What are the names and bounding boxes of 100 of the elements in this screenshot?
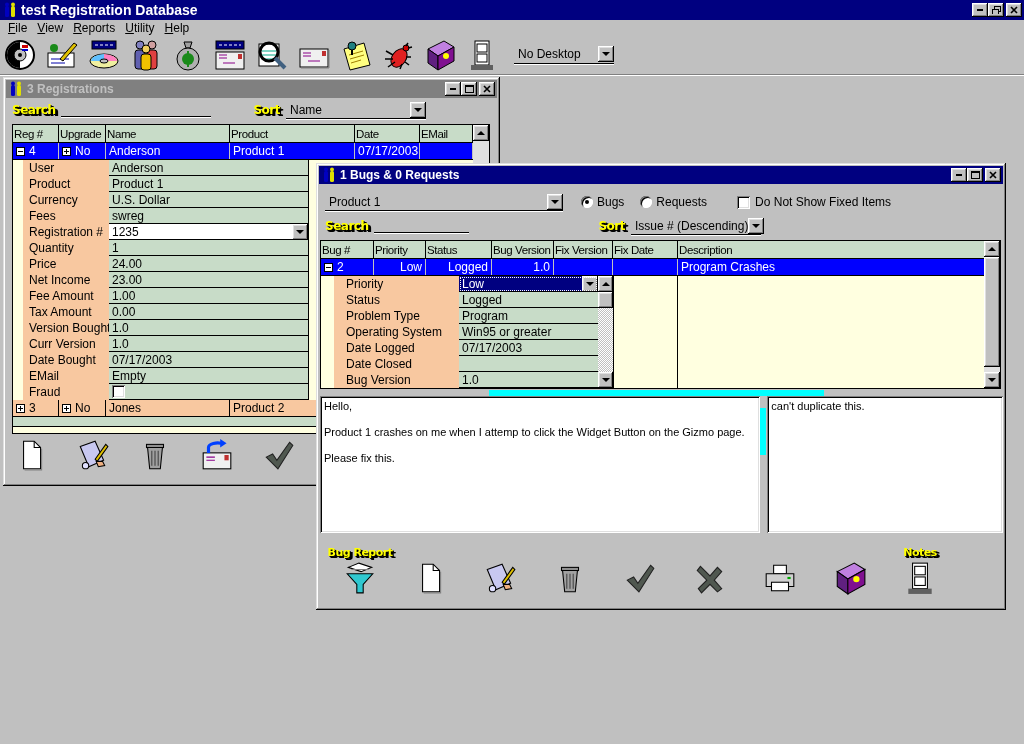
splitter-handle[interactable]: [489, 390, 824, 396]
close-button[interactable]: [1006, 3, 1022, 17]
product-dropdown[interactable]: Product 1: [325, 193, 563, 211]
field-value[interactable]: 1: [109, 240, 309, 256]
field-value[interactable]: 1.0: [459, 372, 598, 388]
field-value[interactable]: U.S. Dollar: [109, 192, 309, 208]
scroll-up-button[interactable]: [598, 276, 613, 292]
table-cell: No: [75, 144, 91, 158]
field-label: Price: [23, 256, 109, 272]
window-title: test Registration Database: [21, 2, 199, 18]
report-text-area[interactable]: Hello, Product 1 crashes on me when I attemp to click the Widget Button on the Gizmo page. Please fix this.: [320, 396, 761, 533]
expand-toggle[interactable]: [16, 403, 25, 413]
value-dropdown[interactable]: 1235: [109, 224, 309, 240]
section-label: Notes: [903, 546, 937, 559]
field-label: Net Income: [23, 272, 109, 288]
cd-disc-icon[interactable]: [4, 38, 36, 71]
table-cell: Jones: [106, 400, 230, 416]
field-value[interactable]: 07/17/2003: [109, 352, 309, 368]
scroll-down-button[interactable]: [598, 372, 613, 388]
field-label: Operating System: [334, 324, 459, 340]
field-value[interactable]: 23.00: [109, 272, 309, 288]
column-header[interactable]: Date: [355, 125, 420, 142]
field-value[interactable]: 1.00: [109, 288, 309, 304]
radio-option[interactable]: Requests: [640, 195, 708, 209]
field-label: EMail: [23, 368, 109, 384]
notes-text-area[interactable]: can't duplicate this.: [767, 396, 1003, 533]
field-value[interactable]: 1.0: [109, 320, 309, 336]
splitter-handle[interactable]: [760, 408, 767, 455]
sort-dropdown[interactable]: Issue # (Descending): [631, 217, 761, 235]
table-row[interactable]: 4 No Anderson Product 1 07/17/2003: [13, 143, 473, 160]
collapse-toggle[interactable]: [16, 146, 25, 156]
table-cell: Logged: [426, 259, 492, 275]
value-dropdown[interactable]: Low: [459, 276, 598, 292]
column-header[interactable]: Fix Version: [554, 241, 613, 258]
field-label: Date Bought: [23, 352, 109, 368]
minimize-icon: [977, 9, 983, 11]
collapse-toggle[interactable]: [324, 262, 333, 272]
scroll-thumb[interactable]: [984, 257, 1000, 367]
menu-item[interactable]: Reports: [68, 21, 121, 35]
field-value[interactable]: Win95 or greater: [459, 324, 598, 340]
minimize-button[interactable]: [951, 168, 967, 182]
table-row[interactable]: 2 Low Logged 1.0 Program Crashes: [321, 259, 984, 276]
field-value[interactable]: Empty: [109, 368, 309, 384]
column-header[interactable]: Reg #: [13, 125, 59, 142]
menu-item[interactable]: View: [32, 21, 69, 35]
envelope-label-icon[interactable]: [214, 38, 246, 71]
table-cell: Product 1: [230, 143, 355, 159]
scroll-thumb[interactable]: [598, 292, 613, 308]
column-header[interactable]: Name: [106, 125, 230, 142]
field-label: User: [23, 160, 109, 176]
field-value[interactable]: Product 1: [109, 176, 309, 192]
close-button[interactable]: [479, 82, 495, 96]
column-header[interactable]: Product: [230, 125, 355, 142]
disc-label-icon[interactable]: [88, 38, 120, 71]
field-value[interactable]: 07/17/2003: [459, 340, 598, 356]
field-label: Date Logged: [334, 340, 459, 356]
scroll-down-button[interactable]: [984, 372, 1000, 388]
envelope-arrow-icon[interactable]: [200, 438, 234, 472]
field-label: Curr Version: [23, 336, 109, 352]
desktop-dropdown[interactable]: No Desktop: [514, 45, 614, 64]
column-header[interactable]: Fix Date: [613, 241, 678, 258]
checkbox[interactable]: Do Not Show Fixed Items: [737, 195, 892, 209]
scroll-up-button[interactable]: [984, 241, 1000, 257]
checkbox[interactable]: [112, 385, 125, 398]
menu-item[interactable]: Utility: [120, 21, 160, 35]
maximize-button[interactable]: [967, 168, 983, 182]
column-header[interactable]: Priority: [374, 241, 426, 258]
field-value[interactable]: Logged: [459, 292, 598, 308]
close-icon: [989, 171, 997, 179]
field-value[interactable]: swreg: [109, 208, 309, 224]
field-value[interactable]: 24.00: [109, 256, 309, 272]
field-value[interactable]: Anderson: [109, 160, 309, 176]
search-label: Search: [325, 219, 369, 233]
column-header[interactable]: Status: [426, 241, 492, 258]
radio-option[interactable]: Bugs: [581, 195, 625, 209]
menu-item[interactable]: Help: [159, 21, 195, 35]
field-value[interactable]: 1.0: [109, 336, 309, 352]
field-label: Tax Amount: [23, 304, 109, 320]
table-cell: 4: [29, 144, 36, 158]
maximize-button[interactable]: [461, 82, 477, 96]
field-value[interactable]: [459, 356, 598, 372]
scroll-up-button[interactable]: [473, 125, 489, 141]
restore-button[interactable]: [988, 3, 1004, 17]
field-value[interactable]: 0.00: [109, 304, 309, 320]
pinned-note-icon[interactable]: [340, 38, 372, 71]
column-header[interactable]: Bug Version: [492, 241, 554, 258]
notes-paragraph: can't duplicate this.: [771, 400, 866, 412]
menu-item[interactable]: File: [3, 21, 33, 35]
minimize-button[interactable]: [972, 3, 988, 17]
column-header[interactable]: Bug #: [321, 241, 374, 258]
field-value[interactable]: Program: [459, 308, 598, 324]
minimize-button[interactable]: [445, 82, 461, 96]
maximize-icon: [970, 171, 980, 179]
sort-dropdown[interactable]: Name: [286, 101, 426, 119]
close-button[interactable]: [985, 168, 1001, 182]
expand-toggle[interactable]: [62, 403, 71, 413]
expand-toggle[interactable]: [62, 146, 71, 156]
funnel-icon[interactable]: [343, 561, 377, 595]
column-header[interactable]: Upgrade: [59, 125, 106, 142]
maximize-icon: [464, 85, 474, 93]
